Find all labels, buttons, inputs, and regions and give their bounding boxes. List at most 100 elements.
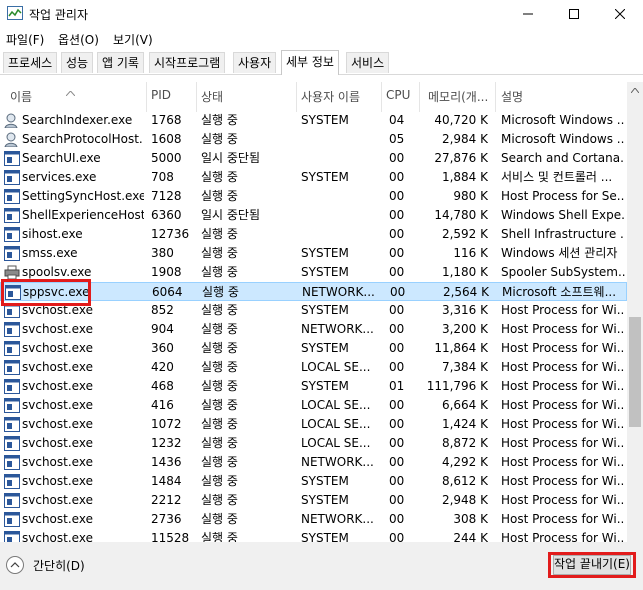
fewer-details-button[interactable] xyxy=(6,556,24,574)
cell-description: Host Process for Wi... xyxy=(501,455,625,469)
cell-pid: 420 xyxy=(151,360,174,374)
cell-pid: 380 xyxy=(151,246,174,260)
close-button[interactable] xyxy=(597,0,643,28)
cell-status: 실행 중 xyxy=(201,379,238,393)
cell-name: ShellExperienceHost.... xyxy=(22,208,144,222)
cell-user: SYSTEM xyxy=(301,303,349,317)
tab-performance[interactable]: 성능 xyxy=(61,52,94,73)
table-row[interactable]: svchost.exe 1232 실행 중 LOCAL SE... 00 8,872 K H… xyxy=(0,434,627,453)
cell-user: SYSTEM xyxy=(301,379,349,393)
table-row[interactable]: svchost.exe 360 실행 중 SYSTEM 00 11,864 K Host P… xyxy=(0,339,627,358)
table-row[interactable]: sihost.exe 12736 실행 중 00 2,592 K Shell Infras… xyxy=(0,225,627,244)
cell-pid: 11528 xyxy=(151,531,190,542)
app-window-icon xyxy=(4,341,20,356)
table-row[interactable]: SearchUI.exe 5000 일시 중단됨 00 27,876 K Search a… xyxy=(0,149,627,168)
app-window-icon xyxy=(4,436,20,451)
scroll-up-icon[interactable] xyxy=(631,88,639,93)
menu-options[interactable]: 옵션(O) xyxy=(58,31,99,48)
scrollbar-thumb[interactable] xyxy=(629,317,641,427)
table-row[interactable]: svchost.exe 2736 실행 중 NETWORK... 00 308 K Host… xyxy=(0,510,627,529)
maximize-button[interactable] xyxy=(551,0,597,28)
app-window-icon xyxy=(4,417,20,432)
cell-cpu: 00 xyxy=(389,417,405,431)
cell-status: 실행 중 xyxy=(201,227,238,241)
cell-description: Host Process for Wi... xyxy=(501,512,625,526)
column-header-status[interactable]: 상태 xyxy=(201,88,223,105)
menu-bar: 파일(F) 옵션(O) 보기(V) xyxy=(0,29,643,49)
app-window-icon xyxy=(4,360,20,375)
app-window-icon xyxy=(4,322,20,337)
table-row[interactable]: svchost.exe 420 실행 중 LOCAL SE... 00 7,384 K Ho… xyxy=(0,358,627,377)
tab-services[interactable]: 서비스 xyxy=(346,52,390,73)
tab-processes[interactable]: 프로세스 xyxy=(3,52,58,73)
cell-description: Windows 세션 관리자 xyxy=(501,246,618,260)
cell-pid: 6360 xyxy=(151,208,182,222)
cell-status: 실행 중 xyxy=(201,113,238,127)
fewer-details-label[interactable]: 간단히(D) xyxy=(33,557,85,574)
menu-view[interactable]: 보기(V) xyxy=(113,31,153,48)
cell-user: SYSTEM xyxy=(301,531,349,542)
column-header-name[interactable]: 이름 xyxy=(10,88,32,105)
cell-cpu: 00 xyxy=(389,531,405,542)
tab-startup[interactable]: 시작프로그램 xyxy=(149,52,226,73)
table-row[interactable]: svchost.exe 904 실행 중 NETWORK... 00 3,200 K Hos… xyxy=(0,320,627,339)
table-row[interactable]: smss.exe 380 실행 중 SYSTEM 00 116 K Windows 세션 관… xyxy=(0,244,627,263)
table-row[interactable]: svchost.exe 1484 실행 중 SYSTEM 00 8,612 K Host P… xyxy=(0,472,627,491)
tab-users[interactable]: 사용자 xyxy=(233,52,277,73)
vertical-scrollbar[interactable] xyxy=(627,82,643,542)
cell-status: 실행 중 xyxy=(201,265,238,279)
cell-memory: 2,564 K xyxy=(442,285,489,299)
footer-bar: 간단히(D) 작업 끝내기(E) xyxy=(0,542,643,590)
table-row[interactable]: SearchProtocolHost.... 1608 실행 중 05 2,984 K M… xyxy=(0,130,627,149)
cell-user: SYSTEM xyxy=(301,265,349,279)
cell-user: LOCAL SE... xyxy=(301,398,371,412)
cell-memory: 7,384 K xyxy=(441,360,488,374)
column-header-description[interactable]: 설명 xyxy=(501,88,523,105)
table-row[interactable]: svchost.exe 1072 실행 중 LOCAL SE... 00 1,424 K H… xyxy=(0,415,627,434)
table-row[interactable]: svchost.exe 2212 실행 중 SYSTEM 00 2,948 K Host P… xyxy=(0,491,627,510)
cell-description: Host Process for Wi... xyxy=(501,474,625,488)
table-row[interactable]: ShellExperienceHost.... 6360 일시 중단됨 00 14,78… xyxy=(0,206,627,225)
table-row[interactable]: svchost.exe 468 실행 중 SYSTEM 01 111,796 K Host … xyxy=(0,377,627,396)
column-header-cpu[interactable]: CPU xyxy=(386,88,410,102)
cell-status: 실행 중 xyxy=(201,417,238,431)
cell-memory: 3,200 K xyxy=(441,322,488,336)
table-row[interactable]: svchost.exe 1436 실행 중 NETWORK... 00 4,292 K Ho… xyxy=(0,453,627,472)
column-header-memory[interactable]: 메모리(개... xyxy=(428,88,488,105)
tab-app-history[interactable]: 앱 기록 xyxy=(97,52,144,73)
menu-file[interactable]: 파일(F) xyxy=(6,31,44,48)
cell-description: Search and Cortana... xyxy=(501,151,625,165)
cell-description: Windows Shell Expe... xyxy=(501,208,625,222)
cell-name: services.exe xyxy=(22,170,97,184)
cell-memory: 14,780 K xyxy=(434,208,488,222)
table-row[interactable]: spoolsv.exe 1908 실행 중 SYSTEM 00 1,180 K Spoole… xyxy=(0,263,627,282)
cell-status: 실행 중 xyxy=(201,170,238,184)
table-row[interactable]: services.exe 708 실행 중 SYSTEM 00 1,884 K 서비스 및 … xyxy=(0,168,627,187)
cell-cpu: 00 xyxy=(389,360,405,374)
sort-ascending-icon xyxy=(65,85,76,99)
cell-name: svchost.exe xyxy=(22,379,93,393)
minimize-button[interactable] xyxy=(505,0,551,28)
cell-status: 실행 중 xyxy=(201,455,238,469)
cell-description: Microsoft Windows ... xyxy=(501,113,625,127)
chevron-up-icon xyxy=(10,562,20,568)
column-header-user[interactable]: 사용자 이름 xyxy=(301,88,360,105)
table-row[interactable]: svchost.exe 852 실행 중 SYSTEM 00 3,316 K Host Pr… xyxy=(0,301,627,320)
table-row[interactable]: svchost.exe 11528 실행 중 SYSTEM 00 244 K Host Pr… xyxy=(0,529,627,542)
app-window-icon xyxy=(4,398,20,413)
cell-pid: 1484 xyxy=(151,474,182,488)
cell-pid: 1908 xyxy=(151,265,182,279)
cell-name: svchost.exe xyxy=(22,512,93,526)
table-row[interactable]: SearchIndexer.exe 1768 실행 중 SYSTEM 04 40,720 … xyxy=(0,111,627,130)
cell-memory: 27,876 K xyxy=(434,151,488,165)
cell-cpu: 00 xyxy=(389,455,405,469)
table-row[interactable]: sppsvc.exe 6064 실행 중 NETWORK... 00 2,564 K Mic… xyxy=(0,282,627,301)
cell-description: Host Process for Wi... xyxy=(501,531,625,542)
cell-memory: 2,592 K xyxy=(441,227,488,241)
table-row[interactable]: svchost.exe 416 실행 중 LOCAL SE... 00 6,664 K Ho… xyxy=(0,396,627,415)
column-header-pid[interactable]: PID xyxy=(151,88,171,102)
cell-description: Host Process for Wi... xyxy=(501,493,625,507)
table-row[interactable]: SettingSyncHost.exe 7128 실행 중 00 980 K Host P… xyxy=(0,187,627,206)
tab-details[interactable]: 세부 정보 xyxy=(281,50,339,75)
cell-memory: 244 K xyxy=(453,531,488,542)
